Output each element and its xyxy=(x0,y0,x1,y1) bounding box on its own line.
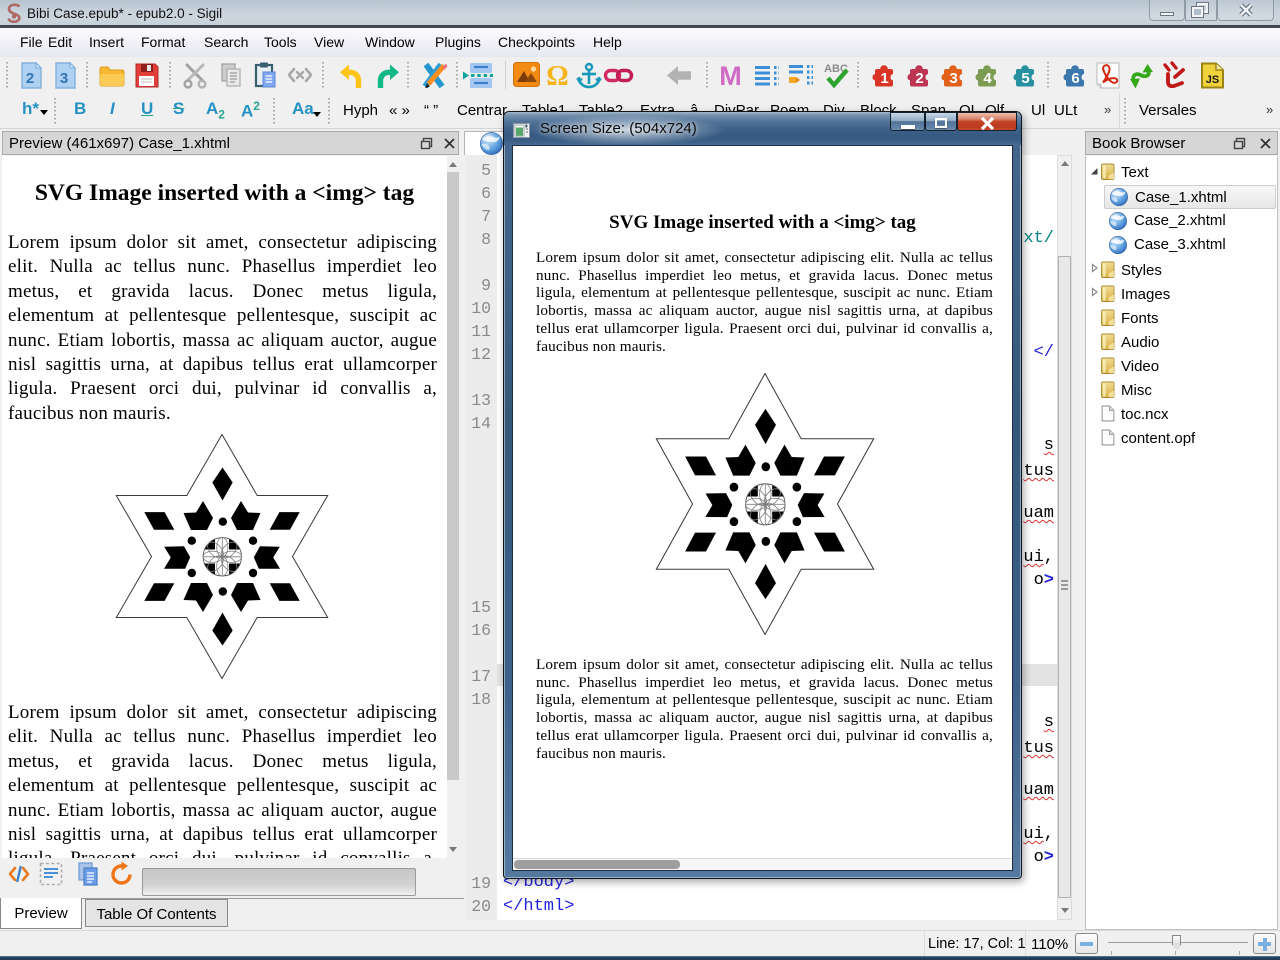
svg-text:5: 5 xyxy=(1021,70,1029,87)
svg-text:3: 3 xyxy=(949,70,957,87)
svg-text:6: 6 xyxy=(1071,70,1079,87)
svg-text:M: M xyxy=(719,61,742,90)
svg-text:JS: JS xyxy=(1206,74,1219,86)
svg-text:2: 2 xyxy=(26,70,34,87)
svg-text:2: 2 xyxy=(915,70,923,87)
svg-text:3: 3 xyxy=(60,70,68,87)
svg-text:4: 4 xyxy=(983,70,992,87)
svg-text:1: 1 xyxy=(880,70,888,87)
svg-text:Ω: Ω xyxy=(546,61,568,90)
